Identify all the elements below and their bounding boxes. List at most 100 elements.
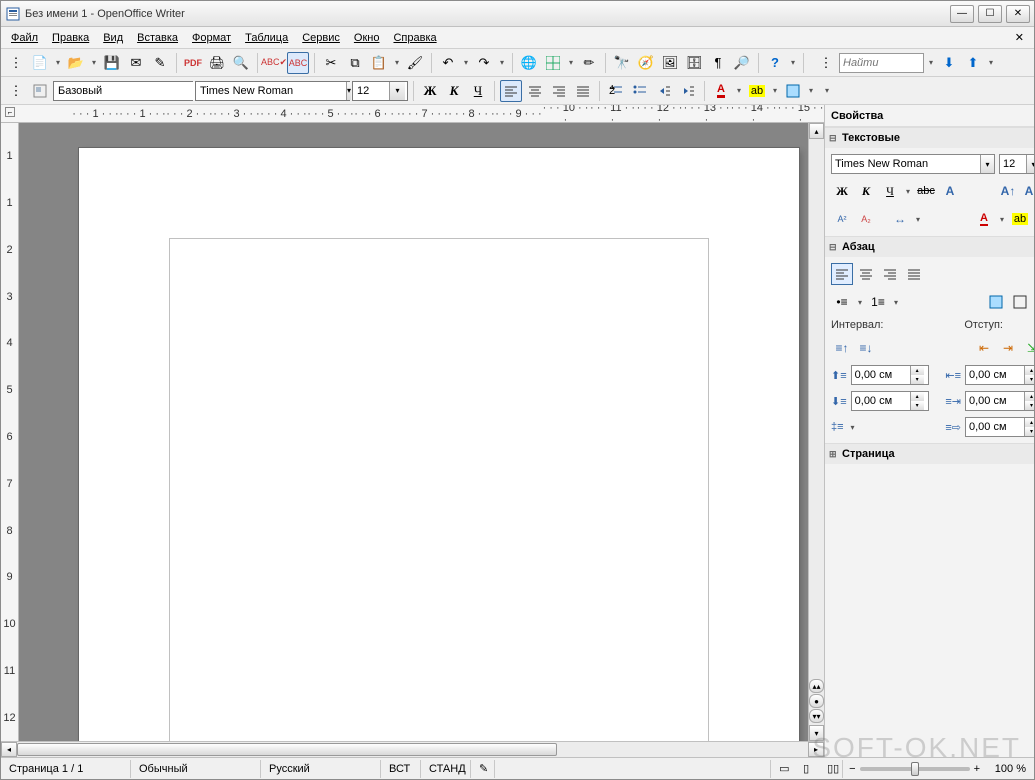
auto-spellcheck-button[interactable]: ABC [287,52,309,74]
sb-align-left-button[interactable] [831,263,853,285]
grip2-icon[interactable]: ⋮ [5,80,27,102]
bullet-list-button[interactable] [629,80,651,102]
export-pdf-button[interactable]: PDF [182,52,204,74]
bold-button[interactable]: Ж [419,80,441,102]
nonprinting-chars-button[interactable]: ¶ [707,52,729,74]
status-sign[interactable]: ✎ [471,760,495,778]
sb-hanging-indent-button[interactable]: ⇲ [1021,337,1034,359]
decrease-indent-button[interactable] [653,80,675,102]
status-book-view[interactable]: ▭ [771,760,795,778]
redo-button[interactable]: ↷ [473,52,495,74]
scroll-left-button[interactable]: ◂ [1,742,17,757]
paragraph-style-combo[interactable]: ▾ [53,81,193,101]
menu-insert[interactable]: Вставка [131,32,184,44]
horizontal-scrollbar[interactable]: ◂ ▸ [1,741,824,757]
sb-border-button[interactable] [1009,291,1031,313]
undo-button[interactable]: ↶ [437,52,459,74]
spellcheck-button[interactable]: ABC✔ [263,52,285,74]
spacing-below-input[interactable]: ▴▾ [851,391,929,411]
sb-spacing-dropdown[interactable]: ▾ [913,208,923,230]
align-justify-button[interactable] [572,80,594,102]
sb-border-dropdown[interactable]: ▾ [1033,291,1034,313]
sb-sub-button[interactable]: A₂ [855,208,877,230]
font-color-button[interactable]: A [710,80,732,102]
status-page[interactable]: Страница 1 / 1 [1,760,131,778]
align-center-button[interactable] [524,80,546,102]
page-panel-collapse[interactable]: ⊞ [829,449,839,460]
document-canvas[interactable] [19,123,808,741]
paragraph-style-input[interactable] [54,82,204,100]
font-name-combo[interactable]: ▾ [195,81,350,101]
sb-italic-button[interactable]: К [855,180,877,202]
font-name-arrow[interactable]: ▾ [346,82,351,100]
text-panel-collapse[interactable]: ⊟ [829,133,839,144]
fmt-overflow[interactable]: ▾ [822,86,832,95]
find-overflow[interactable]: ▾ [986,58,996,67]
new-doc-button[interactable]: 📄 [29,52,51,74]
sb-bgcolor-button[interactable] [985,291,1007,313]
nav-target-button[interactable]: ● [809,694,824,708]
menu-help[interactable]: Справка [387,32,442,44]
sb-highlight-button[interactable]: ab [1009,208,1031,230]
numbered-list-button[interactable]: 12 [605,80,627,102]
underline-button[interactable]: Ч [467,80,489,102]
styles-button[interactable] [29,80,51,102]
edit-toggle-button[interactable]: ✎ [149,52,171,74]
maximize-button[interactable]: ☐ [978,5,1002,23]
sb-incr-indent-button[interactable]: ⇥ [997,337,1019,359]
sb-align-justify-button[interactable] [903,263,925,285]
sb-align-right-button[interactable] [879,263,901,285]
line-spacing-button[interactable]: ‡≡ [831,421,844,433]
save-button[interactable]: 💾 [101,52,123,74]
menu-format[interactable]: Формат [186,32,237,44]
indent-right-input[interactable]: ▴▾ [965,391,1034,411]
menu-file[interactable]: Файл [5,32,44,44]
hyperlink-button[interactable]: 🌐 [518,52,540,74]
sb-font-input[interactable] [832,155,980,173]
horizontal-ruler[interactable]: ⌐ · · · 1 · · ·· · · 1 · · ·· · · 2 · · … [1,105,824,123]
sb-fontcolor-dropdown[interactable]: ▾ [997,208,1007,230]
sb-shrink-font-button[interactable]: A↓ [1021,180,1034,202]
align-left-button[interactable] [500,80,522,102]
hscroll-thumb[interactable] [17,743,557,756]
data-sources-button[interactable]: 🗄 [683,52,705,74]
prev-page-button[interactable]: ▴▴ [809,679,824,693]
zoom-knob[interactable] [911,762,919,776]
status-multi-view[interactable]: ▯▯ [819,760,843,778]
sb-bullets-button[interactable]: •≡ [831,291,853,313]
status-single-view[interactable]: ▯ [795,760,819,778]
zoom-percent[interactable]: 100 % [986,760,1034,778]
scroll-up-button[interactable]: ▴ [809,123,824,139]
spacing-above-input[interactable]: ▴▾ [851,365,929,385]
doc-close-button[interactable]: ✕ [1009,31,1030,44]
font-name-input[interactable] [196,82,346,100]
zoom-in-button[interactable]: + [974,763,980,775]
gallery-button[interactable]: 🖼 [659,52,681,74]
sb-decr-spacing-button[interactable]: ≡↓ [855,337,877,359]
paste-dropdown[interactable]: ▾ [392,58,402,67]
print-preview-button[interactable]: 🔍 [230,52,252,74]
line-spacing-dropdown[interactable]: ▾ [848,423,858,432]
bg-color-button[interactable] [782,80,804,102]
sb-char-spacing-button[interactable]: ↔ [889,208,911,230]
highlight-dropdown[interactable]: ▾ [770,86,780,95]
toolbar-overflow[interactable]: ▾ [788,58,798,67]
sb-size-arrow[interactable]: ▾ [1026,155,1034,173]
status-selection-mode[interactable]: СТАНД [421,760,471,778]
sb-strike-button[interactable]: abc [915,180,937,202]
grip-icon[interactable]: ⋮ [5,52,27,74]
font-size-arrow[interactable]: ▾ [389,82,405,100]
menu-view[interactable]: Вид [97,32,129,44]
table-dropdown[interactable]: ▾ [566,58,576,67]
status-style[interactable]: Обычный [131,760,261,778]
find-next-button[interactable]: ⬇ [938,52,960,74]
zoom-out-button[interactable]: − [849,763,855,775]
cut-button[interactable]: ✂ [320,52,342,74]
navigator-button[interactable]: 🧭 [635,52,657,74]
sb-shadow-button[interactable]: A [939,180,961,202]
help-button[interactable]: ? [764,52,786,74]
sb-underline-dropdown[interactable]: ▾ [903,180,913,202]
sb-numbering-dropdown[interactable]: ▾ [891,291,901,313]
print-button[interactable]: 🖨 [206,52,228,74]
sb-size-combo[interactable]: ▾ [999,154,1034,174]
